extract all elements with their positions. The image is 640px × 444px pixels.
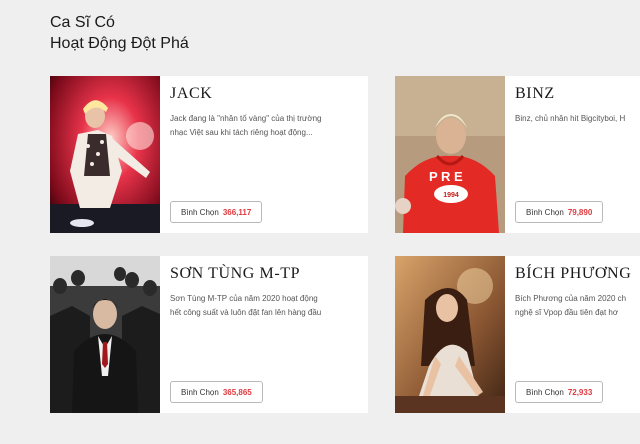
artist-photo-son-tung-mtp[interactable] (50, 256, 160, 413)
vote-button-bich-phuong[interactable]: Bình Chọn 72,933 (515, 381, 604, 403)
artist-name: JACK (170, 85, 213, 102)
artist-description-line: nhạc Việt sau khi tách riêng hoạt động..… (170, 128, 313, 137)
artist-description-line: Jack đang là "nhân tố vàng" của thị trườ… (170, 114, 322, 123)
artist-photo-binz[interactable]: 1994 P R E (395, 76, 505, 233)
artist-description-line: Sơn Tùng M-TP của năm 2020 hoạt động (170, 294, 318, 303)
section-title-line-1: Ca Sĩ Có (50, 14, 115, 31)
artist-card-bich-phuong[interactable]: BÍCH PHƯƠNG Bích Phương của năm 2020 ch … (395, 256, 640, 413)
artist-description-line: Binz, chủ nhân hit Bigcityboi, H (515, 114, 626, 123)
artist-card-son-tung-mtp[interactable]: SƠN TÙNG M-TP Sơn Tùng M-TP của năm 2020… (50, 256, 368, 413)
artist-photo-bich-phuong[interactable] (395, 256, 505, 413)
artist-description-line: nghệ sĩ Vpop đầu tiên đạt hơ (515, 308, 619, 317)
artist-name: BÍCH PHƯƠNG (515, 265, 632, 282)
artist-name: BINZ (515, 85, 555, 102)
vote-button-label: Bình Chọn (181, 387, 219, 397)
hoodie-badge-text: 1994 (443, 192, 459, 199)
vote-button-label: Bình Chọn (526, 387, 564, 397)
vote-count: 72,933 (567, 387, 593, 397)
artist-name: SƠN TÙNG M-TP (170, 265, 301, 282)
vote-button-label: Bình Chọn (526, 207, 564, 217)
vote-button-binz[interactable]: Bình Chọn 79,890 (515, 201, 604, 223)
vote-count: 366,117 (222, 207, 252, 217)
artist-description: Jack đang là "nhân tố vàng" của thị trườ… (170, 112, 365, 140)
artist-card-binz[interactable]: 1994 P R E BINZ Binz, chủ nhân hit Bigci… (395, 76, 640, 233)
section-title-line-2: Hoạt Động Đột Phá (50, 35, 189, 52)
artist-description: Binz, chủ nhân hit Bigcityboi, H (515, 112, 640, 126)
artist-photo-jack[interactable] (50, 76, 160, 233)
section-title: Ca Sĩ Có Hoạt Động Đột Phá (50, 12, 189, 54)
vote-count: 79,890 (567, 207, 593, 217)
hoodie-print-text: P R E (429, 169, 463, 184)
artist-description-line: hết công suất và luôn đặt fan lên hàng đ… (170, 308, 322, 317)
artist-description-line: Bích Phương của năm 2020 ch (515, 294, 627, 303)
artist-description: Bích Phương của năm 2020 ch nghệ sĩ Vpop… (515, 292, 640, 320)
artist-description: Sơn Tùng M-TP của năm 2020 hoạt động hết… (170, 292, 365, 320)
artist-card-jack[interactable]: JACK Jack đang là "nhân tố vàng" của thị… (50, 76, 368, 233)
vote-button-jack[interactable]: Bình Chọn 366,117 (170, 201, 263, 223)
vote-button-son-tung-mtp[interactable]: Bình Chọn 365,865 (170, 381, 263, 403)
vote-count: 365,865 (222, 387, 252, 397)
vote-button-label: Bình Chọn (181, 207, 219, 217)
